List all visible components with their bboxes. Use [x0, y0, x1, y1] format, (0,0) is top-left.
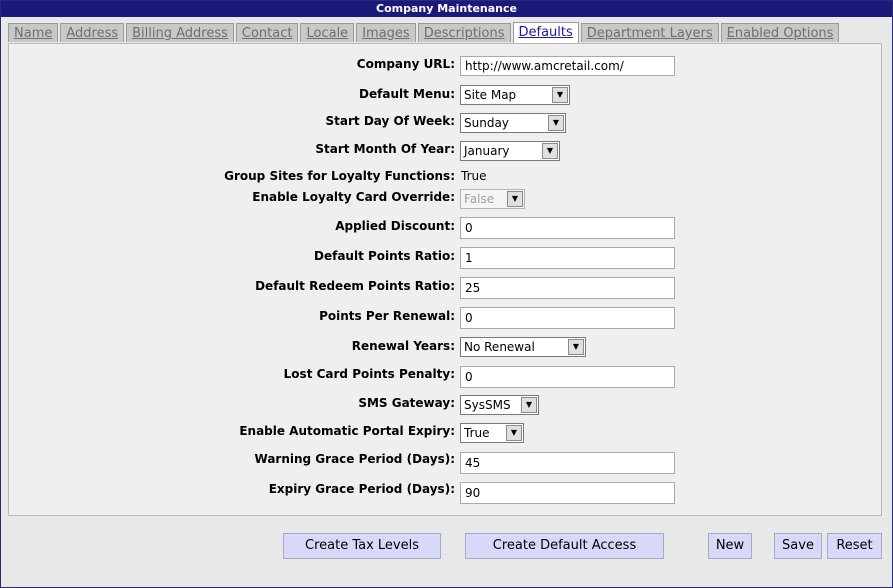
- lost-card-penalty-input[interactable]: [460, 366, 675, 388]
- company-maintenance-window: Company Maintenance Name Address Billing…: [0, 0, 893, 588]
- expiry-grace-input[interactable]: [460, 482, 675, 504]
- tab-contact[interactable]: Contact: [235, 23, 299, 42]
- company-url-label: Company URL:: [356, 57, 455, 71]
- chevron-down-icon: ▼: [506, 425, 522, 441]
- chevron-down-icon: ▼: [552, 87, 568, 103]
- group-sites-value: True: [461, 169, 487, 183]
- applied-discount-row: Applied Discount:: [9, 217, 881, 240]
- tab-name[interactable]: Name: [8, 23, 59, 42]
- warning-grace-input[interactable]: [460, 452, 675, 474]
- default-menu-select[interactable]: Site Map ▼: [460, 85, 570, 105]
- tab-billing-address[interactable]: Billing Address: [126, 23, 234, 42]
- company-url-row: Company URL:: [9, 56, 881, 78]
- points-renewal-label: Points Per Renewal:: [319, 309, 455, 323]
- applied-discount-input[interactable]: [460, 217, 675, 239]
- create-default-access-button[interactable]: Create Default Access: [465, 533, 664, 559]
- expiry-grace-row: Expiry Grace Period (Days):: [9, 481, 881, 504]
- default-menu-row: Default Menu: Site Map ▼: [9, 85, 881, 107]
- company-url-input[interactable]: [460, 56, 675, 76]
- points-ratio-row: Default Points Ratio:: [9, 247, 881, 270]
- portal-expiry-select[interactable]: True ▼: [460, 423, 524, 443]
- save-button[interactable]: Save: [774, 533, 822, 559]
- loyalty-override-select[interactable]: False ▼: [460, 189, 525, 209]
- renewal-years-label: Renewal Years:: [351, 339, 455, 353]
- start-month-row: Start Month Of Year: January ▼: [9, 141, 881, 163]
- default-menu-value: Site Map: [464, 88, 517, 102]
- lost-card-penalty-label: Lost Card Points Penalty:: [283, 367, 455, 381]
- chevron-down-icon: ▼: [548, 115, 564, 131]
- loyalty-override-label: Enable Loyalty Card Override:: [252, 190, 455, 204]
- tab-defaults[interactable]: Defaults: [512, 22, 579, 43]
- window-title: Company Maintenance: [1, 1, 892, 17]
- group-sites-label: Group Sites for Loyalty Functions:: [224, 169, 455, 183]
- points-ratio-label: Default Points Ratio:: [314, 249, 455, 263]
- tab-enabled-options[interactable]: Enabled Options: [720, 23, 840, 42]
- tab-descriptions[interactable]: Descriptions: [417, 23, 511, 42]
- start-day-value: Sunday: [464, 116, 509, 130]
- sms-gateway-label: SMS Gateway:: [358, 396, 455, 410]
- points-renewal-input[interactable]: [460, 307, 675, 329]
- renewal-years-value: No Renewal: [464, 340, 535, 354]
- expiry-grace-label: Expiry Grace Period (Days):: [268, 482, 455, 496]
- chevron-down-icon: ▼: [568, 339, 584, 355]
- chevron-down-icon: ▼: [521, 397, 537, 413]
- default-menu-label: Default Menu:: [359, 87, 455, 101]
- tab-department-layers[interactable]: Department Layers: [580, 23, 719, 42]
- tab-images[interactable]: Images: [356, 23, 416, 42]
- start-day-select[interactable]: Sunday ▼: [460, 113, 566, 133]
- create-tax-levels-button[interactable]: Create Tax Levels: [283, 533, 441, 559]
- loyalty-override-row: Enable Loyalty Card Override: False ▼: [9, 189, 881, 211]
- portal-expiry-label: Enable Automatic Portal Expiry:: [239, 424, 455, 438]
- warning-grace-label: Warning Grace Period (Days):: [254, 452, 455, 466]
- start-month-label: Start Month Of Year:: [315, 142, 455, 156]
- redeem-ratio-input[interactable]: [460, 277, 675, 299]
- start-day-row: Start Day Of Week: Sunday ▼: [9, 113, 881, 135]
- redeem-ratio-row: Default Redeem Points Ratio:: [9, 277, 881, 300]
- defaults-panel: Company URL: Default Menu: Site Map ▼ St…: [8, 43, 882, 516]
- reset-button[interactable]: Reset: [827, 533, 882, 559]
- group-sites-row: Group Sites for Loyalty Functions: True: [9, 168, 881, 190]
- portal-expiry-value: True: [464, 426, 490, 440]
- renewal-years-select[interactable]: No Renewal ▼: [460, 337, 586, 357]
- lost-card-penalty-row: Lost Card Points Penalty:: [9, 366, 881, 388]
- warning-grace-row: Warning Grace Period (Days):: [9, 451, 881, 474]
- chevron-down-icon: ▼: [542, 143, 558, 159]
- start-month-value: January: [464, 144, 510, 158]
- new-button[interactable]: New: [708, 533, 752, 559]
- sms-gateway-row: SMS Gateway: SysSMS ▼: [9, 395, 881, 417]
- portal-expiry-row: Enable Automatic Portal Expiry: True ▼: [9, 423, 881, 445]
- sms-gateway-select[interactable]: SysSMS ▼: [460, 395, 539, 415]
- tab-address[interactable]: Address: [60, 23, 125, 42]
- sms-gateway-value: SysSMS: [464, 398, 511, 412]
- start-month-select[interactable]: January ▼: [460, 141, 560, 161]
- tab-locale[interactable]: Locale: [300, 23, 355, 42]
- applied-discount-label: Applied Discount:: [335, 219, 455, 233]
- start-day-label: Start Day Of Week:: [325, 114, 455, 128]
- loyalty-override-value: False: [464, 192, 495, 206]
- tab-bar: Name Address Billing Address Contact Loc…: [8, 22, 841, 43]
- chevron-down-icon: ▼: [507, 191, 523, 207]
- renewal-years-row: Renewal Years: No Renewal ▼: [9, 337, 881, 359]
- points-renewal-row: Points Per Renewal:: [9, 307, 881, 330]
- redeem-ratio-label: Default Redeem Points Ratio:: [255, 279, 455, 293]
- points-ratio-input[interactable]: [460, 247, 675, 269]
